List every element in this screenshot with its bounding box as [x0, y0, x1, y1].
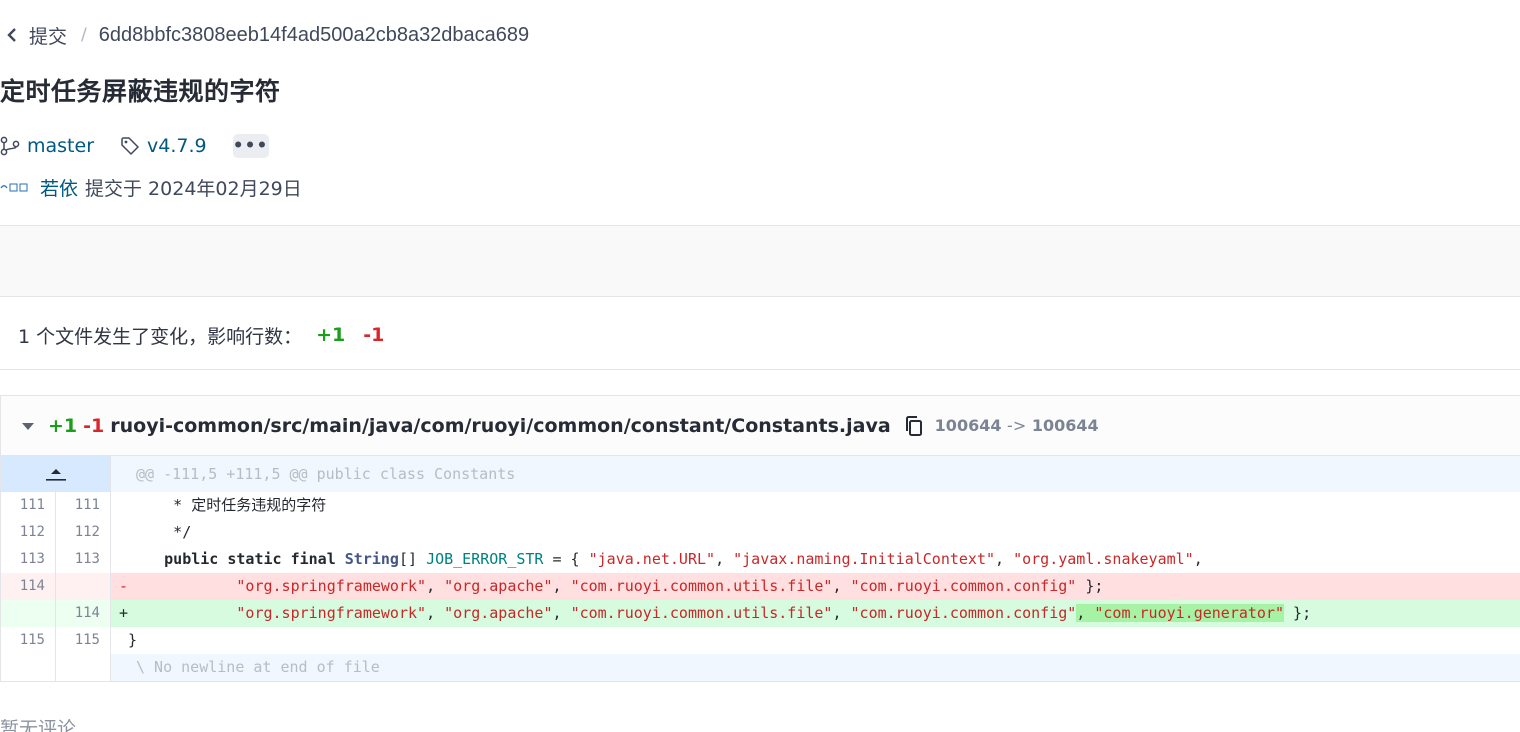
line-tail: }; — [1284, 604, 1312, 622]
string-literal: "com.ruoyi.common.utils.file" — [570, 604, 833, 622]
added-line: 114 + "org.springframework", "org.apache… — [1, 600, 1520, 627]
diff-line: 112 112 */ — [1, 519, 1520, 546]
summary-additions: +1 — [316, 324, 346, 346]
old-line-number[interactable] — [1, 600, 56, 627]
author-name[interactable]: 若依 — [40, 174, 78, 201]
branch-link[interactable]: master — [0, 135, 94, 157]
string-literal: "com.ruoyi.common.config" — [850, 577, 1077, 595]
more-icon: ••• — [232, 136, 269, 156]
old-line-number[interactable]: 114 — [1, 573, 56, 600]
line-code: + "org.springframework", "org.apache", "… — [119, 604, 1312, 622]
string-literal: "org.springframework" — [236, 604, 427, 622]
divider — [0, 369, 1520, 370]
more-refs-button[interactable]: ••• — [232, 134, 269, 158]
file-mode-new: 100644 — [1031, 416, 1099, 435]
string-literal: "javax.naming.InitialContext" — [733, 550, 996, 568]
string-literal: "org.apache" — [444, 604, 553, 622]
branch-name: master — [27, 135, 95, 157]
diff-line: 111 111 * 定时任务违规的字符 — [1, 492, 1520, 519]
old-line-number[interactable]: 112 — [1, 519, 56, 546]
back-label: 提交 — [29, 25, 68, 48]
caret-down-icon[interactable] — [21, 421, 35, 431]
file-mode: 100644 -> 100644 — [935, 416, 1099, 435]
commit-message-area — [0, 225, 1520, 297]
old-line-number[interactable]: 115 — [1, 627, 56, 654]
commit-date: 提交于 2024年02月29日 — [85, 177, 302, 200]
tag-name: v4.7.9 — [147, 135, 207, 157]
tag-link[interactable]: v4.7.9 — [120, 135, 207, 157]
line-tail: , — [1193, 550, 1203, 568]
assign: = { — [543, 550, 589, 568]
diff-line: 115 115 } — [1, 627, 1520, 654]
hunk-header-row: @@ -111,5 +111,5 @@ public class Constan… — [1, 456, 1520, 492]
no-comments-text: 暂无评论 — [0, 718, 77, 732]
string-literal: "com.ruoyi.common.config" — [850, 604, 1077, 622]
inline-addition-highlight: , "com.ruoyi.generator" — [1076, 604, 1285, 622]
diff-table: @@ -111,5 +111,5 @@ public class Constan… — [1, 456, 1520, 681]
file-deletions: -1 — [83, 414, 105, 437]
file-additions: +1 — [48, 414, 78, 437]
file-path[interactable]: ruoyi-common/src/main/java/com/ruoyi/com… — [110, 415, 890, 437]
breadcrumb-separator: / — [81, 25, 87, 45]
eof-row: \ No newline at end of file — [1, 654, 1520, 681]
commit-refs: master v4.7.9 ••• — [0, 132, 269, 160]
keyword: public static final — [164, 550, 336, 568]
new-line-number — [56, 654, 111, 681]
string-literal: "org.springframework" — [236, 577, 427, 595]
no-newline-notice: \ No newline at end of file — [136, 658, 380, 676]
line-code: */ — [119, 523, 192, 541]
diff-summary-text: 1 个文件发生了变化，影响行数： — [18, 325, 303, 348]
summary-deletions: -1 — [363, 324, 385, 346]
old-line-number[interactable]: 113 — [1, 546, 56, 573]
diff-summary: 1 个文件发生了变化，影响行数： +1 -1 — [18, 322, 384, 348]
expand-up-button[interactable] — [1, 456, 111, 492]
added-string-literal: "com.ruoyi.generator" — [1094, 604, 1285, 622]
constant-name: JOB_ERROR_STR — [426, 550, 544, 568]
deleted-line: 114 - "org.springframework", "org.apache… — [1, 573, 1520, 600]
chevron-left-icon — [7, 28, 16, 42]
commit-title: 定时任务屏蔽违规的字符 — [0, 77, 281, 106]
file-header: +1 -1 ruoyi-common/src/main/java/com/ruo… — [1, 396, 1520, 456]
brackets: [] — [398, 550, 418, 568]
line-code: - "org.springframework", "org.apache", "… — [119, 577, 1104, 595]
line-tail: }; — [1076, 577, 1104, 595]
file-mode-arrow: -> — [1007, 416, 1027, 435]
new-line-number[interactable]: 113 — [56, 546, 111, 573]
line-code: * 定时任务违规的字符 — [119, 496, 327, 514]
new-line-number[interactable]: 115 — [56, 627, 111, 654]
new-line-number[interactable]: 112 — [56, 519, 111, 546]
file-mode-old: 100644 — [934, 416, 1002, 435]
expand-up-icon — [45, 469, 66, 481]
string-literal: "java.net.URL" — [588, 550, 716, 568]
avatar-logo — [0, 183, 28, 192]
string-literal: "org.apache" — [444, 577, 553, 595]
new-line-number[interactable]: 111 — [56, 492, 111, 519]
commit-sha: 6dd8bbfc3808eeb14f4ad500a2cb8a32dbaca689 — [98, 23, 530, 46]
copy-icon[interactable] — [903, 414, 925, 438]
tag-icon — [121, 137, 139, 155]
diff-line: 113 113 public static final String[] JOB… — [1, 546, 1520, 573]
line-code: public static final String[] JOB_ERROR_S… — [164, 550, 1203, 568]
addition-marker: + — [119, 604, 129, 622]
deletion-marker: - — [119, 577, 129, 595]
hunk-header: @@ -111,5 +111,5 @@ public class Constan… — [136, 465, 516, 483]
type: String — [344, 550, 399, 568]
old-line-number — [1, 654, 56, 681]
back-to-commits-link[interactable]: 提交 — [6, 22, 67, 49]
line-code: } — [119, 631, 138, 649]
string-literal: "com.ruoyi.common.utils.file" — [570, 577, 833, 595]
old-line-number[interactable]: 111 — [1, 492, 56, 519]
file-diff: +1 -1 ruoyi-common/src/main/java/com/ruo… — [0, 395, 1520, 682]
branch-icon — [0, 136, 20, 156]
new-line-number[interactable] — [56, 573, 111, 600]
new-line-number[interactable]: 114 — [56, 600, 111, 627]
author-line: 若依 提交于 2024年02月29日 — [0, 174, 302, 200]
breadcrumb: 提交 / 6dd8bbfc3808eeb14f4ad500a2cb8a32dba… — [6, 22, 529, 48]
string-literal: "org.yaml.snakeyaml" — [1013, 550, 1194, 568]
avatar[interactable] — [0, 180, 32, 194]
